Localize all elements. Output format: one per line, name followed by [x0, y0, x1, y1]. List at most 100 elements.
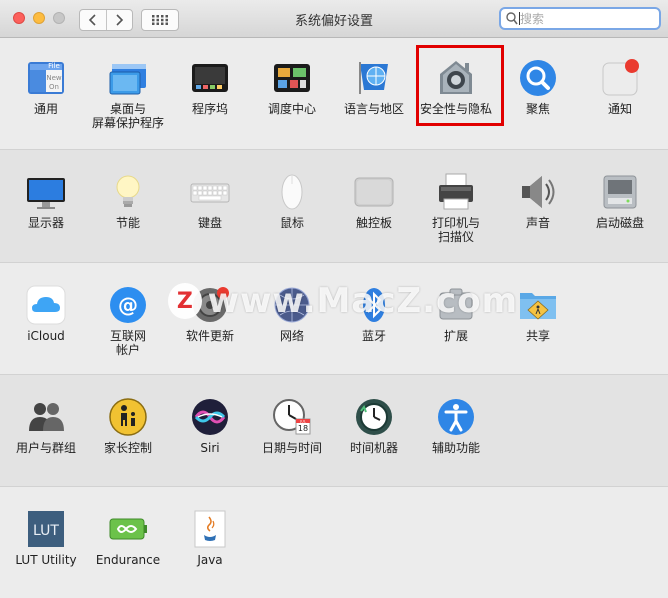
pref-label: 通用 [33, 102, 58, 116]
section-other: LUT LUT Utility Endurance Java [0, 486, 668, 598]
section-system: 用户与群组 家长控制 Siri JUL 18 日期与时间 时间机器 辅助功能 [0, 374, 668, 486]
show-all-button[interactable] [141, 9, 179, 31]
pref-label: 辅助功能 [431, 441, 480, 455]
svg-text:LUT: LUT [33, 523, 59, 539]
pref-label: Siri [200, 441, 220, 455]
pref-label: 时间机器 [349, 441, 398, 455]
startup-disk-icon [600, 172, 640, 212]
pref-lut-utility[interactable]: LUT LUT Utility [6, 509, 86, 567]
search-input[interactable] [520, 10, 650, 27]
pref-date-time[interactable]: JUL 18 日期与时间 [252, 397, 332, 455]
pref-mouse[interactable]: 鼠标 [252, 172, 332, 230]
minimize-window-button[interactable] [33, 12, 45, 24]
pref-sound[interactable]: 声音 [498, 172, 578, 230]
lut-utility-icon: LUT [26, 509, 66, 549]
pref-label: 调度中心 [267, 102, 316, 116]
security-privacy-highlight-box [416, 45, 504, 126]
sound-icon [518, 172, 558, 212]
mission-control-icon [272, 58, 312, 98]
pref-spotlight[interactable]: 聚焦 [498, 58, 578, 116]
pref-label: Endurance [95, 553, 161, 567]
pref-label: 显示器 [27, 216, 64, 230]
time-machine-icon [354, 397, 394, 437]
chevron-left-icon [88, 14, 96, 26]
pref-parental-controls[interactable]: 家长控制 [88, 397, 168, 455]
pref-label: 节能 [115, 216, 140, 230]
svg-text:18: 18 [298, 424, 308, 433]
notifications-icon [600, 58, 640, 98]
pref-label: 日期与时间 [261, 441, 322, 455]
pref-energy-saver[interactable]: 节能 [88, 172, 168, 230]
date-time-icon: JUL 18 [272, 397, 312, 437]
accessibility-icon [436, 397, 476, 437]
pref-label: 用户与群组 [15, 441, 76, 455]
back-button[interactable] [80, 10, 106, 30]
search-icon [506, 12, 518, 25]
pref-label: 语言与地区 [343, 102, 404, 116]
chevron-right-icon [116, 14, 124, 26]
printer-icon [436, 172, 476, 212]
java-icon [190, 509, 230, 549]
watermark-text: www.MacZ.com [207, 281, 518, 321]
pref-label: 鼠标 [279, 216, 304, 230]
siri-icon [190, 397, 230, 437]
pref-dock[interactable]: 程序坞 [170, 58, 250, 116]
svg-text:On: On [49, 83, 59, 91]
pref-label: 键盘 [197, 216, 222, 230]
pref-label: 扩展 [443, 329, 468, 343]
system-preferences-window: 系统偏好设置 File New On 通用 [0, 0, 668, 598]
pref-label: 通知 [607, 102, 632, 116]
pref-label: Java [197, 553, 223, 567]
sharing-icon [518, 285, 558, 325]
pref-java[interactable]: Java [170, 509, 250, 567]
pref-label: 打印机与 扫描仪 [431, 216, 480, 244]
svg-text:File: File [48, 62, 60, 70]
pref-label: 聚焦 [525, 102, 550, 116]
parental-controls-icon [108, 397, 148, 437]
pref-label: iCloud [27, 329, 65, 343]
svg-text:JUL: JUL [299, 420, 306, 424]
forward-button[interactable] [105, 10, 133, 30]
pref-label: 蓝牙 [361, 329, 386, 343]
grid-icon [152, 15, 168, 25]
pref-notifications[interactable]: 通知 [580, 58, 660, 116]
pref-language-region[interactable]: 语言与地区 [334, 58, 414, 116]
pref-endurance[interactable]: Endurance [88, 509, 168, 567]
keyboard-icon [190, 172, 230, 212]
watermark: Z www.MacZ.com [168, 280, 518, 322]
pref-displays[interactable]: 显示器 [6, 172, 86, 230]
pref-keyboard[interactable]: 键盘 [170, 172, 250, 230]
pref-siri[interactable]: Siri [170, 397, 250, 455]
pref-icloud[interactable]: iCloud [6, 285, 86, 343]
pref-label: 程序坞 [191, 102, 228, 116]
pref-label: 软件更新 [185, 329, 234, 343]
close-window-button[interactable] [13, 12, 25, 24]
svg-text:@: @ [118, 293, 138, 317]
pref-trackpad[interactable]: 触控板 [334, 172, 414, 230]
pref-label: 互联网 帐户 [109, 329, 146, 357]
internet-accounts-icon: @ [108, 285, 148, 325]
trackpad-icon [354, 172, 394, 212]
endurance-icon [108, 509, 148, 549]
zoom-window-button[interactable] [53, 12, 65, 24]
pref-label: 网络 [279, 329, 304, 343]
pref-users-groups[interactable]: 用户与群组 [6, 397, 86, 455]
pref-printers-scanners[interactable]: 打印机与 扫描仪 [416, 172, 496, 244]
desktop-icon [108, 58, 148, 98]
pref-label: LUT Utility [15, 553, 77, 567]
navigation-buttons [79, 9, 133, 31]
pref-mission-control[interactable]: 调度中心 [252, 58, 332, 116]
pref-general[interactable]: File New On 通用 [6, 58, 86, 116]
pref-desktop-screensaver[interactable]: 桌面与 屏幕保护程序 [88, 58, 168, 130]
search-field[interactable] [499, 7, 661, 30]
pref-label: 桌面与 屏幕保护程序 [91, 102, 164, 130]
pref-label: 触控板 [355, 216, 392, 230]
pref-accessibility[interactable]: 辅助功能 [416, 397, 496, 455]
pref-time-machine[interactable]: 时间机器 [334, 397, 414, 455]
pref-internet-accounts[interactable]: @ 互联网 帐户 [88, 285, 168, 357]
section-personal: File New On 通用 桌面与 屏幕保护程序 程序坞 调度中心 语言与地区… [0, 38, 668, 149]
pref-startup-disk[interactable]: 启动磁盘 [580, 172, 660, 230]
dock-icon [190, 58, 230, 98]
displays-icon [26, 172, 66, 212]
spotlight-icon [518, 58, 558, 98]
